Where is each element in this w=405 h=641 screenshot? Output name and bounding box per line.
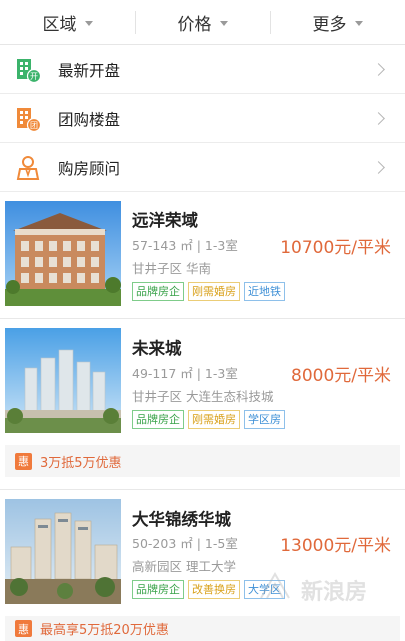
listing-tags: 品牌房企 刚需婚房 近地铁 [132,282,285,301]
filter-bar: 区域 价格 更多 [0,0,405,45]
tag: 刚需婚房 [188,282,240,301]
promo-banner[interactable]: 惠 3万抵5万优惠 [5,445,400,477]
menu-label: 购房顾问 [58,159,121,178]
promo-banner[interactable]: 惠 最高享5万抵20万优惠 [5,616,400,641]
filter-district-label: 区域 [42,14,77,35]
listing-photo [5,328,121,433]
listing-card[interactable]: 未来城 49-117 ㎡ | 1-3室 8000元/平米 甘井子区 大连生态科技… [0,319,405,439]
chevron-right-icon [372,161,385,174]
caret-down-icon [84,20,93,26]
discount-badge-icon: 惠 [15,452,32,470]
menu-label: 最新开盘 [58,61,121,80]
filter-price-label: 价格 [177,14,212,35]
tag: 品牌房企 [132,580,184,599]
listing-photo [5,201,121,306]
listing-tags: 品牌房企 刚需婚房 学区房 [132,410,285,429]
filter-district[interactable]: 区域 [0,0,135,44]
menu-item-group-buy[interactable]: 团 团购楼盘 [0,95,405,143]
listing-location: 高新园区 理工大学 [132,559,236,574]
filter-more[interactable]: 更多 [270,0,405,44]
watermark-text: 新浪房 [301,580,368,605]
discount-badge-icon: 惠 [15,620,32,637]
chevron-right-icon [372,63,385,76]
tag: 品牌房企 [132,282,184,301]
group-buy-icon: 团 [15,106,42,132]
menu-icon-badge: 团 [30,121,38,130]
promo-text: 3万抵5万优惠 [40,455,122,471]
listing-photo [5,499,121,604]
listing-card[interactable]: 远洋荣域 57-143 ㎡ | 1-3室 10700元/平米 甘井子区 华南 品… [0,193,405,315]
caret-down-icon [219,20,228,26]
new-opening-icon: 开 [15,57,42,83]
filter-more-label: 更多 [312,14,347,35]
listing-area-rooms: 49-117 ㎡ | 1-3室 [132,366,238,381]
listing-price: 8000元/平米 [291,366,391,386]
promo-text: 最高享5万抵20万优惠 [40,623,169,638]
tag: 刚需婚房 [188,410,240,429]
menu-item-new-opening[interactable]: 开 最新开盘 [0,46,405,94]
tag: 近地铁 [244,282,285,301]
tag: 改善换房 [188,580,240,599]
listing-name: 大华锦绣华城 [132,510,231,529]
tag: 品牌房企 [132,410,184,429]
watermark-logo: 新浪房 [255,568,405,613]
tag: 学区房 [244,410,285,429]
filter-price[interactable]: 价格 [135,0,270,44]
listing-price: 13000元/平米 [280,536,391,556]
listing-area-rooms: 50-203 ㎡ | 1-5室 [132,536,238,551]
listing-price: 10700元/平米 [280,238,391,258]
menu-icon-badge: 开 [30,72,38,81]
chevron-right-icon [372,112,385,125]
listing-location: 甘井子区 华南 [132,261,211,276]
advisor-icon [15,155,41,181]
listing-name: 远洋荣域 [132,211,198,230]
listing-name: 未来城 [132,339,182,358]
menu-item-advisor[interactable]: 购房顾问 [0,144,405,192]
caret-down-icon [354,20,363,26]
menu-label: 团购楼盘 [58,110,121,129]
listing-location: 甘井子区 大连生态科技城 [132,389,274,404]
listing-area-rooms: 57-143 ㎡ | 1-3室 [132,238,238,253]
